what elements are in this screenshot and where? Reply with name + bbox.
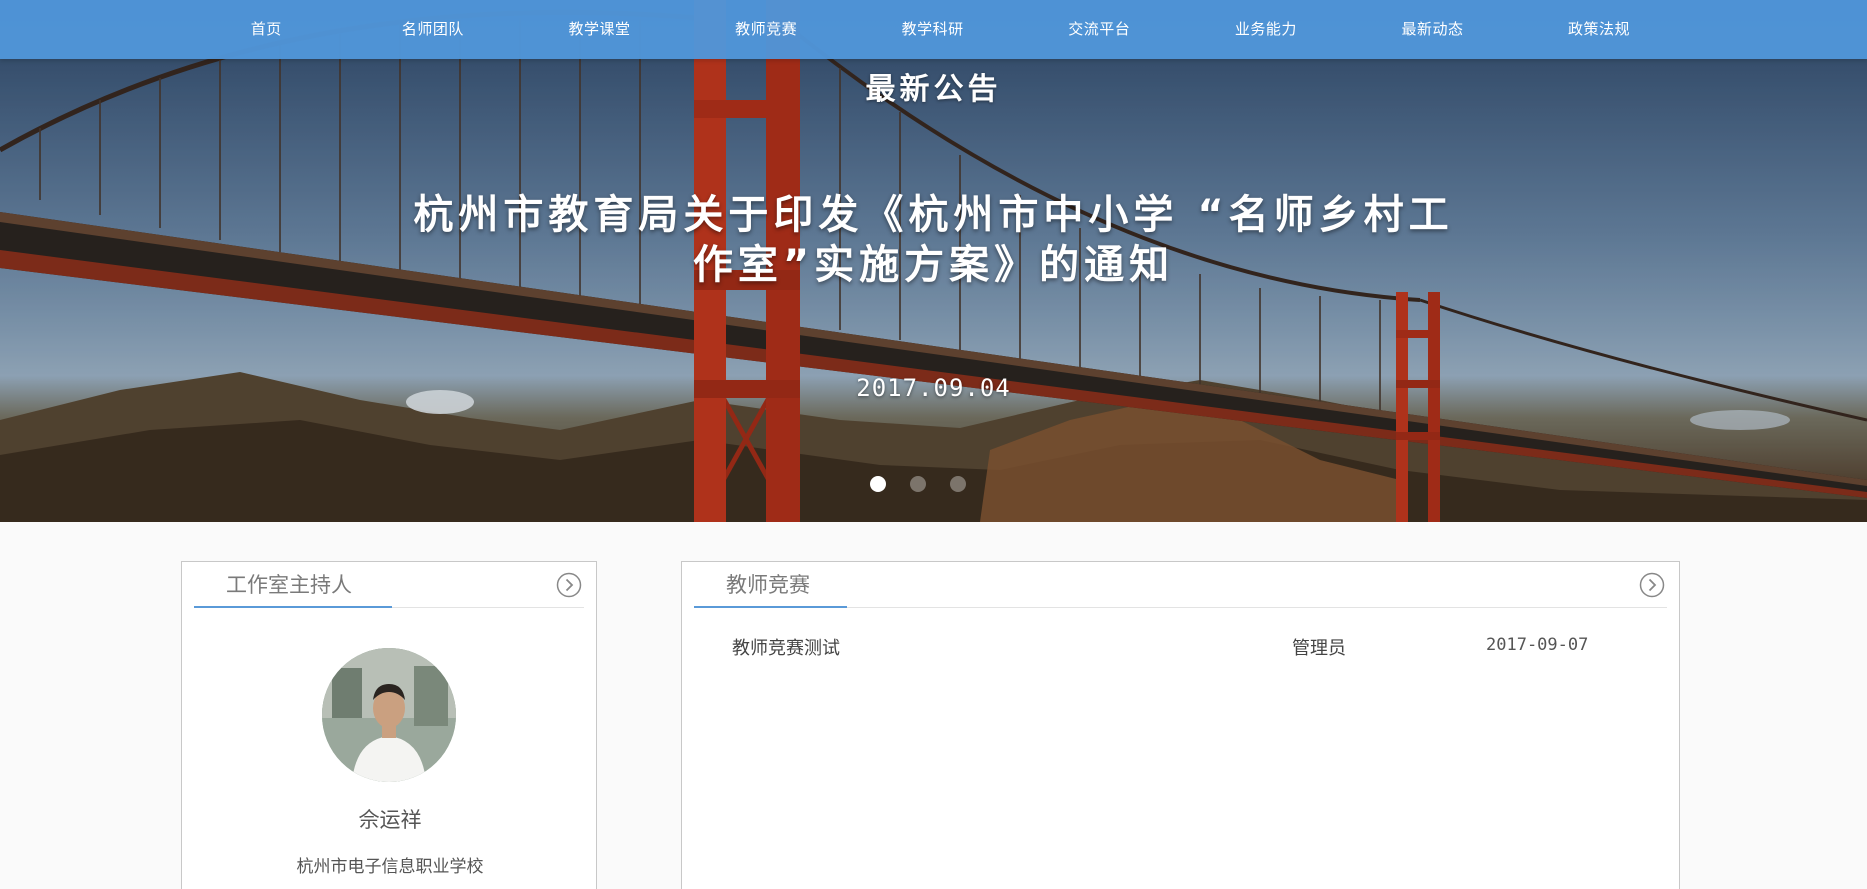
host-panel-title[interactable]: 工作室主持人 (194, 562, 392, 608)
host-school: 杭州市电子信息职业学校 (296, 857, 484, 877)
host-photo (322, 648, 456, 782)
contest-author: 管理员 (1292, 638, 1346, 659)
banner-date: 2017.09.04 (856, 374, 1011, 402)
host-name: 佘运祥 (358, 808, 422, 832)
nav-item-news[interactable]: 最新动态 (1349, 0, 1516, 56)
nav-item-research[interactable]: 教学科研 (849, 0, 1016, 56)
carousel-dot-1[interactable] (870, 476, 886, 492)
hero-banner: 最新公告 杭州市教育局关于印发《杭州市中小学 “名师乡村工作室”实施方案》的通知… (0, 0, 1867, 522)
contest-panel: 教师竞赛 教师竞赛测试 管理员 2017-09-07 (681, 561, 1680, 889)
avatar[interactable] (322, 648, 456, 782)
contest-panel-title[interactable]: 教师竞赛 (694, 562, 847, 608)
nav-item-contest[interactable]: 教师竞赛 (683, 0, 850, 56)
banner-title[interactable]: 杭州市教育局关于印发《杭州市中小学 “名师乡村工作室”实施方案》的通知 (410, 190, 1457, 290)
top-navbar: 首页 名师团队 教学课堂 教师竞赛 教学科研 交流平台 业务能力 最新动态 政策… (0, 0, 1867, 59)
nav-item-skills[interactable]: 业务能力 (1183, 0, 1350, 56)
nav-list: 首页 名师团队 教学课堂 教师竞赛 教学科研 交流平台 业务能力 最新动态 政策… (183, 0, 1683, 56)
contest-title[interactable]: 教师竞赛测试 (732, 634, 840, 660)
nav-item-policy[interactable]: 政策法规 (1516, 0, 1683, 56)
nav-item-teacher-team[interactable]: 名师团队 (350, 0, 517, 56)
carousel-dot-3[interactable] (950, 476, 966, 492)
contest-panel-header: 教师竞赛 (694, 562, 1667, 608)
nav-item-home[interactable]: 首页 (183, 0, 350, 56)
contest-date: 2017-09-07 (1486, 635, 1589, 655)
list-item[interactable]: 教师竞赛测试 管理员 2017-09-07 (732, 634, 1632, 666)
contest-list: 教师竞赛测试 管理员 2017-09-07 (732, 634, 1632, 666)
nav-item-classroom[interactable]: 教学课堂 (516, 0, 683, 56)
nav-item-exchange[interactable]: 交流平台 (1016, 0, 1183, 56)
host-panel-header: 工作室主持人 (194, 562, 584, 608)
chevron-right-circle-icon[interactable] (1639, 572, 1665, 598)
chevron-right-circle-icon[interactable] (556, 572, 582, 598)
carousel-dots (870, 476, 966, 492)
banner-heading: 最新公告 (865, 72, 1002, 107)
carousel-dot-2[interactable] (910, 476, 926, 492)
host-panel: 工作室主持人 佘运祥 杭州市电子信息职业学校 (181, 561, 597, 889)
